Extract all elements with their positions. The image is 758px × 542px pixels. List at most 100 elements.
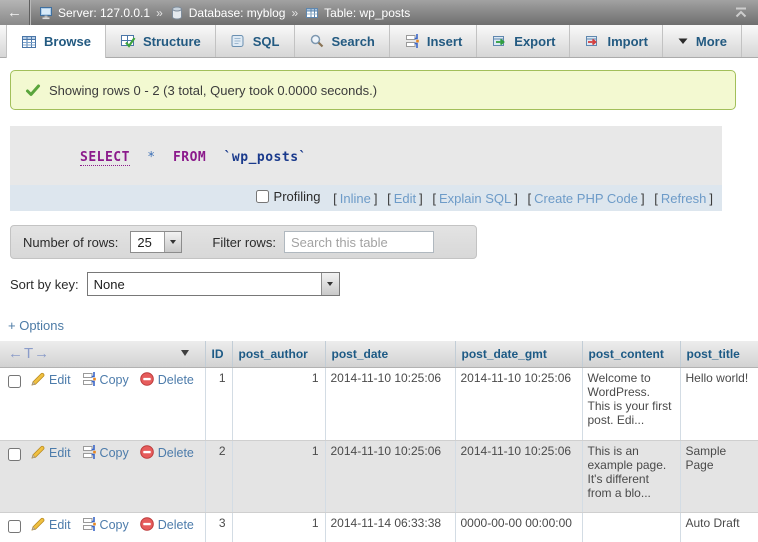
cell-post-date[interactable]: 2014-11-10 10:25:06 <box>325 367 455 440</box>
create-php-code-link[interactable]: Create PHP Code <box>534 191 638 206</box>
column-header-post-date[interactable]: post_date <box>325 341 455 367</box>
cell-post-author[interactable]: 1 <box>232 367 325 440</box>
refresh-link[interactable]: Refresh <box>661 191 707 206</box>
row-select-checkbox[interactable] <box>8 448 21 461</box>
delete-icon <box>139 516 155 532</box>
row-select-checkbox[interactable] <box>8 520 21 533</box>
cell-post-content[interactable]: This is an example page. It's different … <box>582 440 680 512</box>
structure-icon <box>120 33 136 49</box>
table-row: Edit Copy Delete 3 1 2014-11-14 06:33:38 0… <box>0 512 758 542</box>
cell-post-title[interactable]: Hello world! <box>680 367 758 440</box>
column-header-id[interactable]: ID <box>205 341 232 367</box>
tab-export[interactable]: Export <box>477 25 570 57</box>
results-table: ←T→ ID post_author post_date post_date_g… <box>0 341 758 542</box>
row-actions-cell: Edit Copy Delete <box>0 367 205 440</box>
copy-row-link[interactable]: Copy <box>100 373 129 387</box>
breadcrumb-table[interactable]: Table: wp_posts <box>304 5 410 21</box>
profiling-checkbox[interactable] <box>256 190 269 203</box>
sql-keyword-from: FROM <box>173 150 206 165</box>
sort-by-key-select[interactable]: None <box>87 272 340 296</box>
row-select-checkbox[interactable] <box>8 375 21 388</box>
query-toolbar: Profiling [Inline] [Edit] [Explain SQL] … <box>10 185 722 211</box>
copy-row-link[interactable]: Copy <box>100 518 129 532</box>
options-toggle-link[interactable]: + Options <box>8 318 64 333</box>
column-header-post-date-gmt[interactable]: post_date_gmt <box>455 341 582 367</box>
edit-query-link[interactable]: Edit <box>394 191 416 206</box>
table-row: Edit Copy Delete 2 1 2014-11-10 10:25:06 2… <box>0 440 758 512</box>
actions-column-header[interactable]: ←T→ <box>0 341 205 367</box>
sql-keyword-select[interactable]: SELECT <box>80 150 130 166</box>
edit-row-link[interactable]: Edit <box>49 373 71 387</box>
cell-post-date-gmt[interactable]: 2014-11-10 10:25:06 <box>455 440 582 512</box>
number-of-rows-select[interactable]: 25 <box>130 231 182 253</box>
sql-query-box: SELECT * FROM `wp_posts` Profiling [Inli… <box>10 126 722 211</box>
table-icon <box>304 5 320 21</box>
cell-post-date-gmt[interactable]: 0000-00-00 00:00:00 <box>455 512 582 542</box>
select-dropdown-button[interactable] <box>164 232 181 252</box>
copy-row-link[interactable]: Copy <box>100 446 129 460</box>
edit-row-link[interactable]: Edit <box>49 518 71 532</box>
cell-id[interactable]: 3 <box>205 512 232 542</box>
delete-row-link[interactable]: Delete <box>158 518 194 532</box>
breadcrumb-table-label: Table: wp_posts <box>324 6 410 20</box>
column-header-post-title[interactable]: post_title <box>680 341 758 367</box>
delete-row-link[interactable]: Delete <box>158 446 194 460</box>
select-dropdown-button[interactable] <box>321 273 339 295</box>
cell-post-title[interactable]: Sample Page <box>680 440 758 512</box>
database-icon <box>169 5 185 21</box>
rows-control-bar: Number of rows: 25 Filter rows: <box>10 225 477 259</box>
breadcrumb-database[interactable]: Database: myblog <box>169 5 286 21</box>
cell-id[interactable]: 2 <box>205 440 232 512</box>
chevron-down-icon <box>327 282 333 286</box>
tab-insert[interactable]: Insert <box>390 25 477 57</box>
tab-sql[interactable]: SQL <box>216 25 295 57</box>
delete-row-link[interactable]: Delete <box>158 373 194 387</box>
cell-post-author[interactable]: 1 <box>232 440 325 512</box>
back-arrow-icon: ← <box>7 4 22 21</box>
row-direction-toggle-icon[interactable]: ←T→ <box>8 345 50 362</box>
pencil-icon <box>30 371 46 387</box>
inline-link[interactable]: Inline <box>340 191 371 206</box>
cell-id[interactable]: 1 <box>205 367 232 440</box>
cell-post-title[interactable]: Auto Draft <box>680 512 758 542</box>
tab-more[interactable]: More <box>663 25 742 57</box>
sort-row: Sort by key: None <box>10 272 758 296</box>
cell-post-content[interactable] <box>582 512 680 542</box>
sql-star: * <box>147 150 155 165</box>
cell-post-date[interactable]: 2014-11-10 10:25:06 <box>325 440 455 512</box>
tab-search[interactable]: Search <box>295 25 390 57</box>
cell-post-author[interactable]: 1 <box>232 512 325 542</box>
tab-browse[interactable]: Browse <box>6 25 106 58</box>
column-header-post-author[interactable]: post_author <box>232 341 325 367</box>
column-options-icon[interactable] <box>181 350 189 356</box>
profiling-checkbox-label[interactable]: Profiling <box>256 189 321 204</box>
column-header-post-content[interactable]: post_content <box>582 341 680 367</box>
tab-structure[interactable]: Structure <box>106 25 216 57</box>
edit-row-link[interactable]: Edit <box>49 446 71 460</box>
collapse-top-icon[interactable] <box>724 0 758 25</box>
tab-search-label: Search <box>332 34 375 49</box>
nav-back-button[interactable]: ← <box>0 0 30 25</box>
tab-insert-label: Insert <box>427 34 462 49</box>
table-row: Edit Copy Delete 1 1 2014-11-10 10:25:06 2… <box>0 367 758 440</box>
tab-bar: Browse Structure SQL Search Insert Expor… <box>0 25 758 58</box>
tab-structure-label: Structure <box>143 34 201 49</box>
row-actions-cell: Edit Copy Delete <box>0 512 205 542</box>
cell-post-date-gmt[interactable]: 2014-11-10 10:25:06 <box>455 367 582 440</box>
cell-post-content[interactable]: Welcome to WordPress. This is your first… <box>582 367 680 440</box>
tab-import[interactable]: Import <box>570 25 662 57</box>
insert-icon <box>404 33 420 49</box>
filter-rows-input[interactable] <box>284 231 434 253</box>
top-breadcrumb-bar: ← Server: 127.0.0.1 » Database: myblog »… <box>0 0 758 25</box>
explain-sql-link[interactable]: Explain SQL <box>439 191 511 206</box>
cell-post-date[interactable]: 2014-11-14 06:33:38 <box>325 512 455 542</box>
breadcrumb-separator: » <box>290 6 299 20</box>
sort-by-key-label: Sort by key: <box>10 277 79 292</box>
copy-icon <box>81 371 97 387</box>
breadcrumb-server[interactable]: Server: 127.0.0.1 <box>38 5 150 21</box>
header-row: ←T→ ID post_author post_date post_date_g… <box>0 341 758 367</box>
breadcrumb: Server: 127.0.0.1 » Database: myblog » T… <box>30 5 724 21</box>
copy-icon <box>81 516 97 532</box>
status-message: Showing rows 0 - 2 (3 total, Query took … <box>10 70 736 110</box>
copy-icon <box>81 444 97 460</box>
